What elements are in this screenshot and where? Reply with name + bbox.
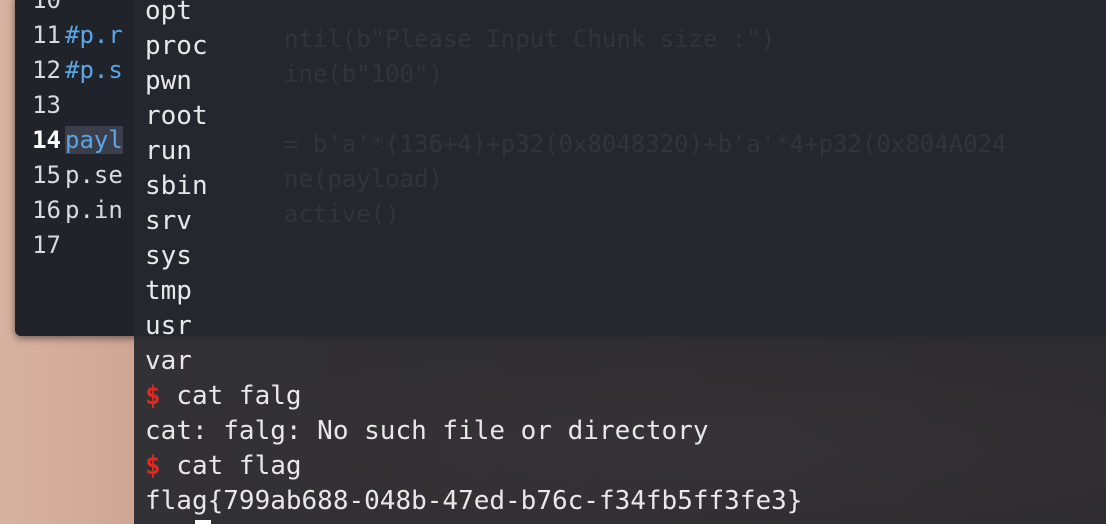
terminal-output-line: srv — [145, 206, 192, 236]
terminal-output-line: opt — [145, 0, 192, 26]
line-number: 11 — [32, 21, 61, 49]
line-number: 15 — [32, 161, 61, 189]
terminal-output-line: sys — [145, 241, 192, 271]
code-text[interactable]: #p.r — [65, 21, 123, 49]
line-number: 16 — [32, 196, 61, 224]
terminal-output-line: var — [145, 346, 192, 376]
code-text[interactable]: p.se — [65, 161, 123, 189]
terminal-output-line: root — [145, 101, 208, 131]
terminal-output-line: usr — [145, 311, 192, 341]
editor-line: 17 — [15, 228, 65, 263]
terminal-output-line: pwn — [145, 66, 192, 96]
editor-line: 12 #p.s — [15, 53, 123, 88]
line-number: 10 — [32, 0, 61, 14]
terminal-command-line: $ cat falg — [145, 379, 302, 414]
ghost-code-line: ine(b"100") — [284, 60, 443, 88]
ghost-code-line: ne(payload) — [284, 165, 443, 193]
prompt-symbol: $ — [145, 381, 161, 411]
editor-line: 11 #p.r — [15, 18, 123, 53]
terminal-window[interactable]: ntil(b"Please Input Chunk size :") ine(b… — [134, 0, 1106, 524]
code-text[interactable]: #p.s — [65, 56, 123, 84]
terminal-cursor[interactable] — [195, 520, 211, 524]
terminal-output-line: tmp — [145, 276, 192, 306]
editor-line: 13 — [15, 88, 65, 123]
terminal-output-line: run — [145, 136, 192, 166]
prompt-symbol: $ — [145, 451, 161, 481]
editor-line: 15 p.se — [15, 158, 123, 193]
terminal-output-line: proc — [145, 31, 208, 61]
editor-line: 16 p.in — [15, 193, 123, 228]
ghost-code-line: active() — [284, 200, 400, 228]
ghost-code-line: = b'a'*(136+4)+p32(0x8048320)+b'a'*4+p32… — [284, 130, 1007, 158]
editor-line-current: 14 payl — [15, 123, 123, 158]
desktop-background: 10 11 #p.r 12 #p.s 13 14 payl 15 p.se 16 p.in… — [0, 0, 1106, 524]
terminal-command-line: $ cat flag — [145, 449, 302, 484]
code-text-selected[interactable]: payl — [65, 126, 123, 154]
line-number: 12 — [32, 56, 61, 84]
terminal-output-line: cat: falg: No such file or directory — [145, 416, 709, 446]
line-number: 17 — [32, 231, 61, 259]
terminal-output-flag: flag{799ab688-048b-47ed-b76c-f34fb5ff3fe… — [145, 486, 803, 516]
editor-line: 10 — [15, 0, 65, 18]
ghost-code-line: ntil(b"Please Input Chunk size :") — [284, 25, 776, 53]
code-text[interactable]: p.in — [65, 196, 123, 224]
command-text: cat falg — [176, 381, 302, 411]
line-number: 13 — [32, 91, 61, 119]
terminal-output-line: sbin — [145, 171, 208, 201]
line-number: 14 — [32, 126, 61, 154]
command-text: cat flag — [176, 451, 302, 481]
